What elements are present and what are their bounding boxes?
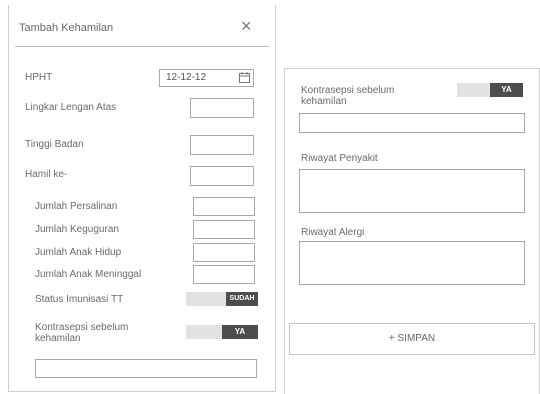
add-pregnancy-dialog: Tambah Kehamilan × HPHT 12-12-12 Lingkar… [8, 5, 276, 392]
toggle-off-side [186, 325, 222, 339]
hpht-label: HPHT [25, 72, 53, 83]
kontrasepsi-toggle[interactable]: YA [457, 83, 523, 97]
jumlah-persalinan-input[interactable] [193, 197, 255, 216]
hpht-date-field[interactable]: 12-12-12 [159, 69, 254, 87]
jumlah-anak-hidup-label: Jumlah Anak Hidup [35, 247, 122, 258]
calendar-icon[interactable] [239, 72, 250, 83]
toggle-on-label: SUDAH [226, 292, 258, 306]
kontrasepsi-input[interactable] [35, 359, 257, 378]
toggle-on-label: YA [490, 83, 523, 97]
riwayat-penyakit-textarea[interactable] [299, 169, 525, 213]
tinggi-badan-input[interactable] [190, 135, 254, 155]
lingkar-lengan-label: Lingkar Lengan Atas [25, 102, 117, 113]
tinggi-badan-label: Tinggi Badan [25, 139, 84, 150]
toggle-off-side [186, 292, 226, 306]
form-continuation-panel: Kontrasepsi sebelum kehamilan YA Riwayat… [284, 68, 540, 394]
jumlah-anak-meninggal-label: Jumlah Anak Meninggal [35, 269, 142, 280]
divider [15, 46, 269, 47]
status-imunisasi-toggle[interactable]: SUDAH [186, 292, 258, 306]
riwayat-alergi-textarea[interactable] [299, 241, 525, 285]
hamil-ke-input[interactable] [190, 166, 254, 186]
jumlah-keguguran-input[interactable] [193, 220, 255, 239]
simpan-button[interactable]: + SIMPAN [289, 323, 535, 355]
jumlah-keguguran-label: Jumlah Keguguran [35, 224, 119, 235]
status-imunisasi-label: Status Imunisasi TT [35, 294, 124, 305]
kontrasepsi-toggle[interactable]: YA [186, 325, 258, 339]
toggle-off-side [457, 83, 490, 97]
riwayat-alergi-label: Riwayat Alergi [301, 227, 365, 238]
kontrasepsi-input[interactable] [299, 113, 525, 133]
dialog-title: Tambah Kehamilan [19, 22, 114, 34]
jumlah-anak-meninggal-input[interactable] [193, 265, 255, 284]
toggle-on-label: YA [222, 325, 258, 339]
kontrasepsi-label: Kontrasepsi sebelum kehamilan [301, 85, 395, 107]
jumlah-persalinan-label: Jumlah Persalinan [35, 201, 118, 212]
hpht-value: 12-12-12 [166, 72, 207, 83]
riwayat-penyakit-label: Riwayat Penyakit [301, 153, 378, 164]
kontrasepsi-label: Kontrasepsi sebelum kehamilan [35, 322, 129, 344]
hamil-ke-label: Hamil ke- [25, 169, 68, 180]
close-icon[interactable]: × [241, 17, 252, 35]
lingkar-lengan-input[interactable] [190, 98, 254, 118]
jumlah-anak-hidup-input[interactable] [193, 243, 255, 262]
